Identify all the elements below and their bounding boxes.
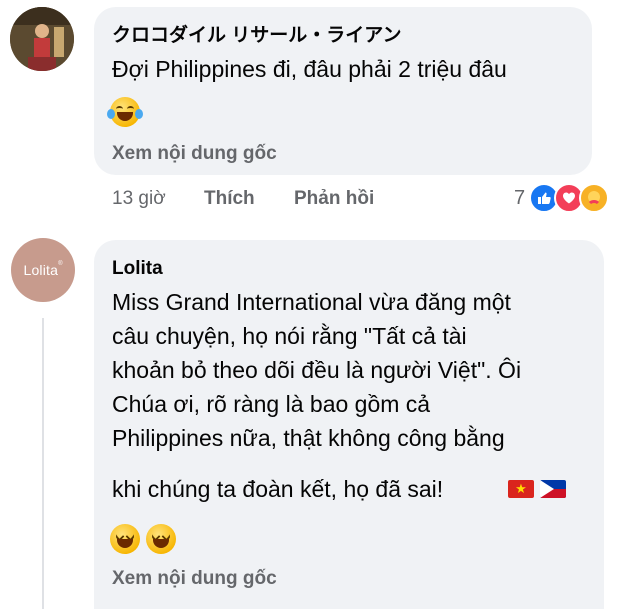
care-icon <box>579 183 610 213</box>
comment-author-name[interactable]: Lolita <box>112 258 163 280</box>
grinning-squint-emoji <box>110 524 140 554</box>
comment-text-line: Miss Grand International vừa đăng một <box>112 289 511 315</box>
comment-text-line: khi chúng ta đoàn kết, họ đã sai! <box>112 476 444 502</box>
avatar-logo-text: Lolita <box>23 262 59 278</box>
like-button[interactable]: Thích <box>204 188 255 210</box>
comment-timestamp[interactable]: 13 giờ <box>112 188 166 210</box>
comment-text-line: Philippines nữa, thật không công bằng <box>112 425 505 451</box>
reaction-count: 7 <box>514 186 526 209</box>
see-original-link[interactable]: Xem nội dung gốc <box>112 143 277 165</box>
reply-thread-line <box>42 318 44 609</box>
commenter-avatar[interactable] <box>10 7 74 71</box>
laughing-tears-emoji <box>107 97 143 127</box>
see-original-link[interactable]: Xem nội dung gốc <box>112 568 277 590</box>
reaction-summary[interactable]: 7 <box>514 183 610 213</box>
grinning-squint-emoji <box>146 524 176 554</box>
comment-text-line: Chúa ơi, rõ ràng là bao gồm cả <box>112 391 431 417</box>
vietnam-flag: ★ <box>508 480 534 498</box>
philippines-flag <box>540 480 566 498</box>
comment-text-line: câu chuyện, họ nói rằng "Tất cả tài <box>112 323 467 349</box>
comment-text: Đợi Philippines đi, đâu phải 2 triệu đâu <box>112 56 507 82</box>
reply-button[interactable]: Phản hồi <box>294 188 374 210</box>
comment-text-line: khoản bỏ theo dõi đều là người Việt". Ôi <box>112 357 522 383</box>
commenter-avatar[interactable]: Lolita ® <box>11 238 75 302</box>
comment-author-name[interactable]: クロコダイル リサール・ライアン <box>112 20 402 47</box>
